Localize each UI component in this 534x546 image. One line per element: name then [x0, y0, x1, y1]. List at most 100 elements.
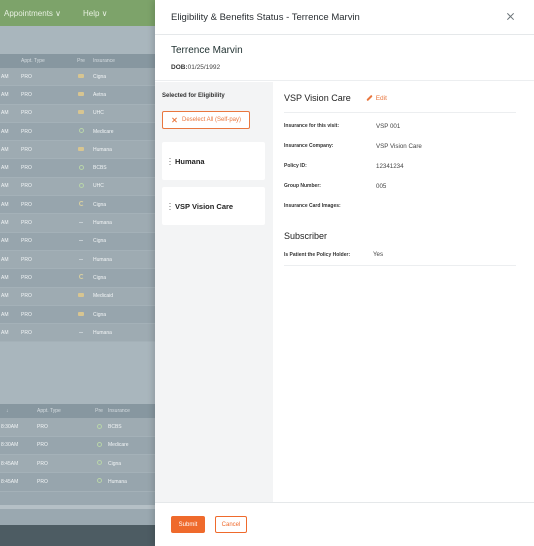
card-icon: [78, 293, 84, 298]
insurance-card-humana[interactable]: Humana: [162, 142, 265, 180]
row-appt-type: PRO: [21, 128, 32, 135]
table-row[interactable]: 8:45AM PRO Humana: [0, 473, 155, 492]
table-row[interactable]: AM PRO Aetna: [0, 86, 155, 105]
appointments-table: AM PRO Cigna AM PRO Aetna AM PRO UHC AM PRO Medicar…: [0, 68, 155, 343]
drag-handle-icon[interactable]: [169, 156, 171, 166]
divider: [0, 505, 155, 509]
table-row[interactable]: AM PRO Humana: [0, 214, 155, 233]
card-icon: [78, 311, 84, 316]
card-icon: [78, 146, 84, 151]
row-status: [90, 460, 108, 467]
table-row[interactable]: AM PRO Humana: [0, 141, 155, 160]
table-row[interactable]: AM PRO Humana: [0, 324, 155, 343]
row-insurance: Medicaid: [93, 293, 114, 300]
row-appt-type: PRO: [37, 442, 48, 449]
field-row: Is Patient the Policy Holder: Yes: [284, 244, 516, 266]
patient-dob: DOB:01/25/1992: [171, 64, 534, 71]
table-row[interactable]: 8:30AM PRO BCBS: [0, 418, 155, 437]
bottom-bar: [0, 525, 155, 546]
row-insurance: UHC: [93, 183, 104, 190]
card-icon: [78, 73, 84, 78]
row-insurance: Cigna: [93, 311, 107, 318]
background-page: Appointments ∨ Help ∨ Appt. Type Pre Ins…: [0, 0, 155, 546]
row-insurance: Humana: [93, 329, 112, 336]
field-label: Policy ID:: [284, 163, 307, 169]
field-row: Insurance Card Images:: [284, 196, 516, 216]
row-insurance: BCBS: [93, 165, 107, 172]
table-row[interactable]: AM PRO Cigna: [0, 196, 155, 215]
table-row[interactable]: AM PRO UHC: [0, 104, 155, 123]
table-row[interactable]: AM PRO Medicare: [0, 122, 155, 142]
row-time: AM: [1, 293, 9, 300]
edit-link[interactable]: Edit: [366, 95, 387, 102]
field-label: Is Patient the Policy Holder:: [284, 251, 351, 258]
insurance-fields: Insurance for this visit: VSP 001 Insuranc…: [284, 113, 516, 216]
row-appt-type: PRO: [21, 238, 32, 245]
insurance-card-label: VSP Vision Care: [175, 201, 234, 211]
empty-area: [0, 342, 155, 405]
row-time: 8:45AM: [1, 460, 19, 467]
top-nav: Appointments ∨ Help ∨: [0, 0, 155, 26]
row-time: AM: [1, 128, 9, 135]
field-value: 12341234: [376, 162, 404, 170]
table-row[interactable]: AM PRO UHC: [0, 177, 155, 197]
submit-button[interactable]: Submit: [171, 516, 205, 533]
table-row[interactable]: AM PRO Cigna: [0, 68, 155, 87]
table-row[interactable]: AM PRO Cigna: [0, 232, 155, 251]
nav-appointments[interactable]: Appointments ∨: [4, 9, 61, 18]
row-insurance: Medicare: [108, 442, 129, 449]
row-insurance: Humana: [108, 478, 127, 485]
edit-label: Edit: [375, 94, 387, 102]
field-label: Group Number:: [284, 183, 321, 189]
insurance-card-vsp[interactable]: VSP Vision Care: [162, 187, 265, 225]
drag-handle-icon[interactable]: [169, 201, 171, 211]
row-insurance: Humana: [93, 220, 112, 227]
close-icon[interactable]: [506, 12, 515, 21]
row-insurance: Cigna: [93, 201, 107, 208]
patient-name: Terrence Marvin: [171, 45, 243, 56]
deselect-label: Deselect All (Self-pay): [182, 117, 242, 123]
row-time: AM: [1, 110, 9, 117]
check-icon: [96, 460, 102, 466]
row-insurance: UHC: [93, 110, 104, 117]
row-time: AM: [1, 256, 9, 263]
field-row: Insurance for this visit: VSP 001: [284, 116, 516, 136]
check-icon: [78, 164, 84, 170]
nav-help[interactable]: Help ∨: [83, 9, 108, 18]
dash-icon: [79, 240, 83, 242]
table-row[interactable]: AM PRO BCBS: [0, 159, 155, 178]
check-icon: [96, 423, 102, 429]
check-icon: [78, 128, 84, 134]
field-label: Insurance Company:: [284, 143, 334, 149]
dash-icon: [79, 222, 83, 224]
table-row[interactable]: AM PRO Humana: [0, 250, 155, 270]
row-appt-type: PRO: [37, 424, 48, 431]
row-status: [69, 110, 93, 116]
dash-icon: [79, 331, 83, 333]
table-row[interactable]: AM PRO Cigna: [0, 305, 155, 325]
table-row[interactable]: 8:30AM PRO Medicare: [0, 436, 155, 456]
modal-footer: Submit Cancel: [155, 502, 534, 546]
row-status: [69, 146, 93, 153]
table-row[interactable]: AM PRO Medicaid: [0, 287, 155, 306]
row-appt-type: PRO: [21, 165, 32, 172]
row-appt-type: PRO: [21, 110, 32, 117]
card-icon: [78, 110, 84, 115]
row-insurance: Cigna: [93, 274, 107, 281]
field-row: Group Number: 005: [284, 176, 516, 196]
table-row[interactable]: 8:45AM PRO Cigna: [0, 455, 155, 474]
row-time: 8:30AM: [1, 442, 19, 449]
field-value: VSP Vision Care: [376, 142, 422, 150]
row-time: AM: [1, 165, 9, 172]
row-status: [90, 478, 108, 485]
deselect-all-button[interactable]: Deselect All (Self-pay): [162, 111, 250, 129]
row-status: [69, 164, 93, 172]
field-label: Insurance Card Images:: [284, 203, 341, 209]
row-time: 8:30AM: [1, 424, 19, 431]
close-icon: [171, 117, 177, 123]
table-row[interactable]: AM PRO Cigna: [0, 269, 155, 288]
row-appt-type: PRO: [21, 220, 32, 227]
row-status: [90, 423, 108, 431]
cancel-button[interactable]: Cancel: [215, 516, 247, 533]
field-value: 005: [376, 182, 387, 190]
